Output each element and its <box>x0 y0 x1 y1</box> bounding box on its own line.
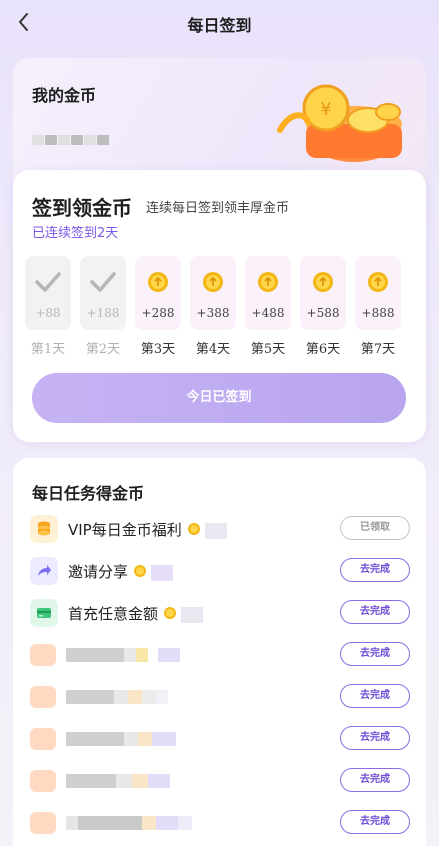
svg-text:¥: ¥ <box>320 99 331 120</box>
day-box: +888 <box>355 256 401 330</box>
task-name-text: VIP每日金币福利 <box>68 521 182 539</box>
day-item: +188 第2天 <box>80 256 126 357</box>
day-label: 第6天 <box>305 342 341 357</box>
check-icon <box>88 270 118 294</box>
task-row: 去完成 <box>30 766 410 796</box>
day-item: +488 第5天 <box>245 256 291 357</box>
signin-card: 签到领金币 连续每日签到领丰厚金币 已连续签到2天 +88 第1天 +188 第… <box>13 170 426 442</box>
daily-tasks-card: 每日任务得金币 VIP每日金币福利 已领取 邀请分享 去完成 首充任意金额 去完… <box>13 458 426 846</box>
treasure-chest-icon: ¥ <box>268 82 408 172</box>
day-box: +388 <box>190 256 236 330</box>
task-row: 邀请分享 去完成 <box>30 556 410 586</box>
go-complete-button[interactable]: 去完成 <box>340 684 410 708</box>
coin-icon <box>256 270 280 294</box>
coins-stack-icon <box>30 515 58 543</box>
page-title: 每日签到 <box>187 16 252 35</box>
task-row: 去完成 <box>30 808 410 838</box>
day-label: 第2天 <box>85 342 121 357</box>
day-box: +88 <box>25 256 71 330</box>
coin-icon <box>366 270 390 294</box>
day-label: 第5天 <box>250 342 286 357</box>
share-arrow-icon <box>30 557 58 585</box>
task-row: 去完成 <box>30 724 410 754</box>
task-blurred-content <box>30 686 230 708</box>
go-complete-button[interactable]: 去完成 <box>340 810 410 834</box>
claimed-button[interactable]: 已领取 <box>340 516 410 540</box>
task-blurred-content <box>30 770 230 792</box>
check-icon <box>33 270 63 294</box>
task-blurred-content <box>30 812 230 834</box>
day-box: +188 <box>80 256 126 330</box>
day-label: 第3天 <box>140 342 176 357</box>
go-complete-button[interactable]: 去完成 <box>340 558 410 582</box>
task-row: 首充任意金额 去完成 <box>30 598 410 628</box>
day-item: +588 第6天 <box>300 256 346 357</box>
task-row: 去完成 <box>30 682 410 712</box>
day-amount: +288 <box>141 306 175 320</box>
signin-subtitle: 连续每日签到领丰厚金币 <box>146 201 290 216</box>
coin-icon <box>201 270 225 294</box>
day-amount: +88 <box>35 306 61 320</box>
day-amount: +588 <box>306 306 340 320</box>
task-name: VIP每日金币福利 <box>68 519 227 540</box>
card-icon <box>30 599 58 627</box>
reward-blurred <box>181 606 204 623</box>
day-box: +588 <box>300 256 346 330</box>
day-amount: +388 <box>196 306 230 320</box>
day-label: 第7天 <box>360 342 396 357</box>
day-item: +88 第1天 <box>25 256 71 357</box>
task-name-text: 邀请分享 <box>68 563 129 581</box>
day-amount: +888 <box>361 306 395 320</box>
task-name: 邀请分享 <box>68 561 174 582</box>
top-bar: 每日签到 <box>0 0 439 46</box>
day-item: +288 第3天 <box>135 256 181 357</box>
coin-icon <box>163 606 177 624</box>
task-name: 首充任意金额 <box>68 603 204 624</box>
go-complete-button[interactable]: 去完成 <box>340 726 410 750</box>
coin-icon <box>311 270 335 294</box>
reward-blurred <box>151 564 174 581</box>
my-coins-title: 我的金币 <box>32 86 97 105</box>
go-complete-button[interactable]: 去完成 <box>340 768 410 792</box>
reward-blurred <box>204 522 227 539</box>
day-item: +388 第4天 <box>190 256 236 357</box>
coin-icon <box>133 564 147 582</box>
day-label: 第1天 <box>30 342 66 357</box>
signin-title: 签到领金币 <box>32 196 132 220</box>
tasks-title: 每日任务得金币 <box>32 484 145 503</box>
go-complete-button[interactable]: 去完成 <box>340 600 410 624</box>
go-complete-button[interactable]: 去完成 <box>340 642 410 666</box>
day-amount: +188 <box>86 306 120 320</box>
task-row: VIP每日金币福利 已领取 <box>30 514 410 544</box>
task-name-text: 首充任意金额 <box>68 605 159 623</box>
coin-icon <box>187 522 201 540</box>
task-blurred-content <box>30 728 230 750</box>
day-box: +488 <box>245 256 291 330</box>
day-item: +888 第7天 <box>355 256 401 357</box>
day-label: 第4天 <box>195 342 231 357</box>
coin-balance-blurred <box>32 130 116 150</box>
day-box: +288 <box>135 256 181 330</box>
coin-icon <box>146 270 170 294</box>
task-row: 去完成 <box>30 640 410 670</box>
streak-text: 已连续签到2天 <box>32 226 119 241</box>
task-blurred-content <box>30 644 230 666</box>
signin-days: +88 第1天 +188 第2天 +288 第3天 +388 第4天 +488 … <box>25 256 417 357</box>
day-amount: +488 <box>251 306 285 320</box>
signed-today-button[interactable]: 今日已签到 <box>32 373 406 423</box>
